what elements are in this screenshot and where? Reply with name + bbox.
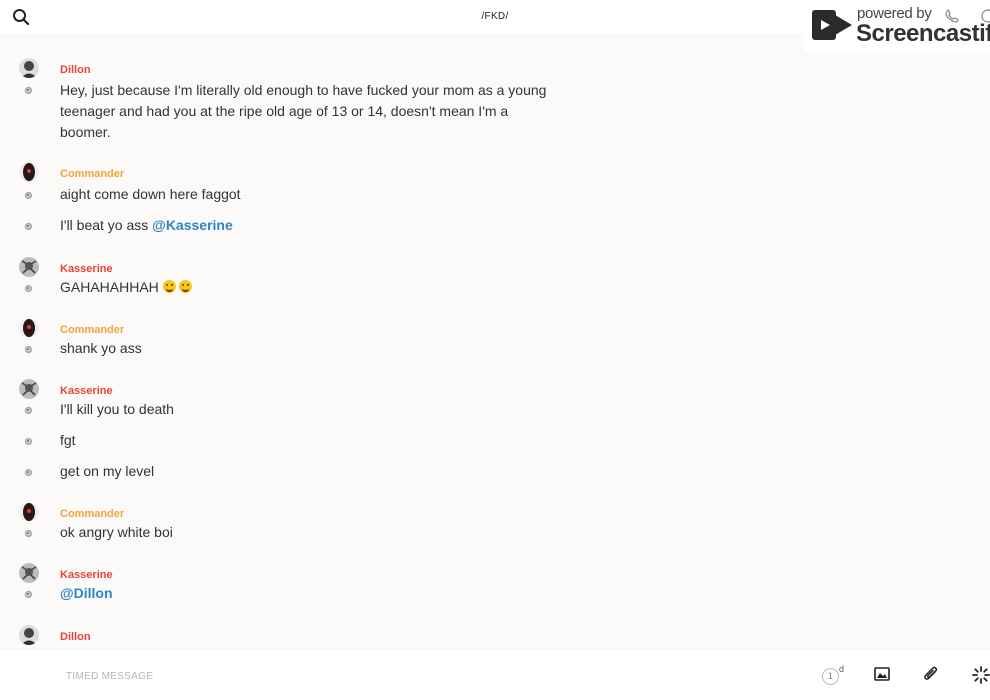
message-status-icon xyxy=(25,438,32,445)
burst-icon[interactable] xyxy=(972,666,990,689)
avatar[interactable] xyxy=(19,502,39,522)
message-text: I'll kill you to death xyxy=(60,401,174,417)
message-timer-button[interactable]: 1 d xyxy=(820,664,846,686)
message-text: ok angry white boi xyxy=(60,524,173,540)
message-status-icon xyxy=(25,407,32,414)
avatar[interactable] xyxy=(19,318,39,338)
message-author[interactable]: Dillon xyxy=(60,64,91,76)
avatar[interactable] xyxy=(19,257,39,277)
message-author[interactable]: Dillon xyxy=(60,631,91,643)
message-status-icon xyxy=(25,87,32,94)
message-author[interactable]: Commander xyxy=(60,508,124,520)
composer-bar: 1 d xyxy=(0,650,990,700)
message-text: Hey, just because I'm literally old enou… xyxy=(60,82,547,140)
message-text: get on my level xyxy=(60,463,155,479)
avatar[interactable] xyxy=(19,162,39,182)
phone-icon[interactable] xyxy=(945,9,959,28)
message-author[interactable]: Commander xyxy=(60,324,124,336)
avatar[interactable] xyxy=(19,625,39,645)
message-list: Dillon Hey, just because I'm literally o… xyxy=(0,34,990,650)
avatar[interactable] xyxy=(19,379,39,399)
avatar[interactable] xyxy=(19,563,39,583)
message-status-icon xyxy=(25,192,32,199)
message-status-icon xyxy=(25,223,32,230)
message-author[interactable]: Kasserine xyxy=(60,385,113,397)
mention-link[interactable]: @Dillon xyxy=(60,583,560,604)
face-emoji-icon xyxy=(178,280,192,293)
message-status-icon xyxy=(25,591,32,598)
message-author[interactable]: Commander xyxy=(60,168,124,180)
message-text: shank yo ass xyxy=(60,340,142,356)
grinning-face-emoji-icon xyxy=(162,280,176,293)
message-status-icon xyxy=(25,530,32,537)
timed-message-input[interactable] xyxy=(66,668,666,684)
info-icon[interactable] xyxy=(981,9,990,28)
message-text-part: I'll beat yo ass xyxy=(60,217,153,233)
message-text: fgt xyxy=(60,432,76,448)
avatar[interactable] xyxy=(19,58,39,78)
message-status-icon xyxy=(25,469,32,476)
image-icon[interactable] xyxy=(874,667,890,686)
mention-link[interactable]: @Kasserine xyxy=(152,217,233,233)
timer-value: 1 xyxy=(822,668,839,685)
message-author[interactable]: Kasserine xyxy=(60,569,113,581)
message-status-icon xyxy=(25,285,32,292)
message-text: aight come down here faggot xyxy=(60,186,241,202)
message-author[interactable]: Kasserine xyxy=(60,263,113,275)
message-text: GAHAHAHHAH xyxy=(60,277,560,298)
timer-unit: d xyxy=(839,664,845,674)
message-status-icon xyxy=(25,346,32,353)
message-text: I'll beat yo ass @Kasserine xyxy=(60,215,560,236)
paperclip-icon[interactable] xyxy=(923,666,939,688)
message-text-part: GAHAHAHHAH xyxy=(60,279,159,295)
